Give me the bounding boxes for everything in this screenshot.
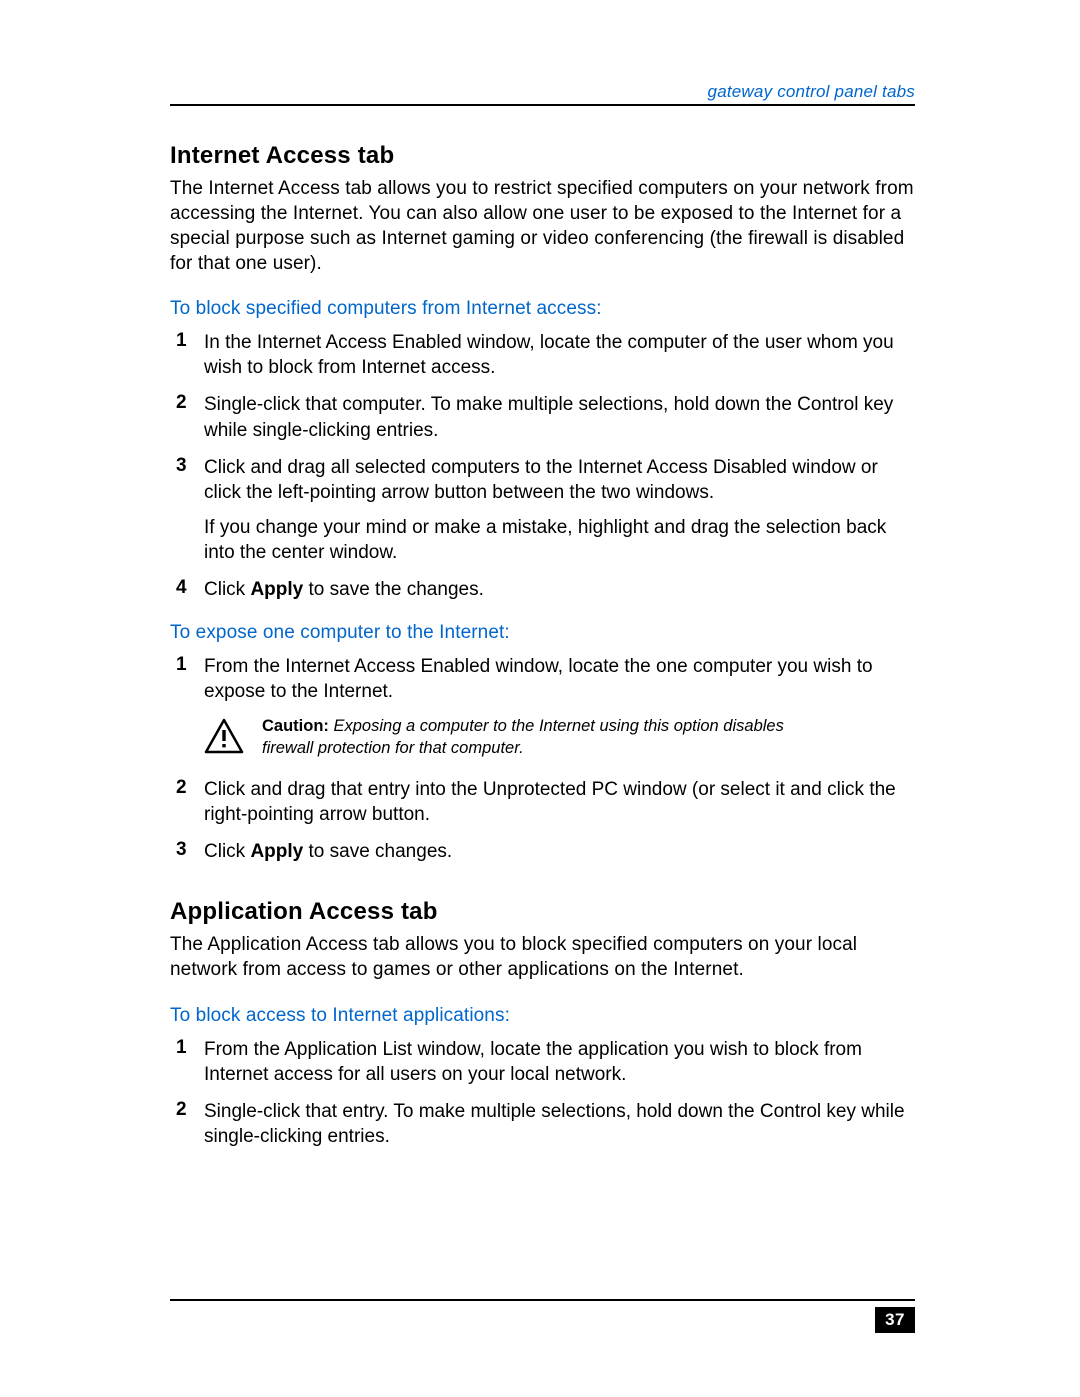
step-item: 2 Single-click that computer. To make mu… [170,392,915,442]
step-number: 1 [170,1037,204,1059]
step-list: 1 In the Internet Access Enabled window,… [170,330,915,602]
step-text: Click Apply to save the changes. [204,577,915,602]
page-number: 37 [875,1307,915,1333]
step-text-line: From the Application List window, locate… [204,1037,915,1087]
step-text: In the Internet Access Enabled window, l… [204,330,915,380]
step-text: Click Apply to save changes. [204,839,915,864]
step-number: 1 [170,330,204,352]
subheading-expose-computer: To expose one computer to the Internet: [170,622,915,644]
caution-body: Exposing a computer to the Internet usin… [262,717,784,756]
step-text-line: Click Apply to save changes. [204,839,915,864]
step-list: 1 From the Internet Access Enabled windo… [170,654,915,864]
step-text: From the Application List window, locate… [204,1037,915,1087]
step-number: 2 [170,777,204,799]
step-item: 3 Click Apply to save changes. [170,839,915,864]
intro-paragraph: The Application Access tab allows you to… [170,932,915,982]
caution-icon [204,718,248,759]
step-text-line: Click and drag all selected computers to… [204,455,915,505]
step-item: 2 Click and drag that entry into the Unp… [170,777,915,827]
step-text-line: From the Internet Access Enabled window,… [204,654,915,704]
section-heading-application-access: Application Access tab [170,898,915,926]
step-item: 1 From the Internet Access Enabled windo… [170,654,915,704]
caution-text: Caution: Exposing a computer to the Inte… [262,716,915,759]
step-item: 2 Single-click that entry. To make multi… [170,1099,915,1149]
text-fragment: Click [204,579,250,600]
step-text: Click and drag all selected computers to… [204,455,915,565]
step-text: From the Internet Access Enabled window,… [204,654,915,704]
step-text-line: If you change your mind or make a mistak… [204,515,915,565]
caution-block: Caution: Exposing a computer to the Inte… [204,716,915,759]
step-item: 3 Click and drag all selected computers … [170,455,915,565]
text-bold-apply: Apply [250,579,303,600]
step-item: 4 Click Apply to save the changes. [170,577,915,602]
step-text-line: Single-click that computer. To make mult… [204,392,915,442]
step-text-line: Single-click that entry. To make multipl… [204,1099,915,1149]
text-fragment: Click [204,841,250,862]
step-number: 4 [170,577,204,599]
step-list: 1 From the Application List window, loca… [170,1037,915,1149]
step-text: Single-click that computer. To make mult… [204,392,915,442]
caution-label: Caution: [262,717,329,735]
step-number: 1 [170,654,204,676]
subheading-block-applications: To block access to Internet applications… [170,1005,915,1027]
step-item: 1 From the Application List window, loca… [170,1037,915,1087]
top-rule [170,104,915,106]
step-text-line: In the Internet Access Enabled window, l… [204,330,915,380]
step-item: 1 In the Internet Access Enabled window,… [170,330,915,380]
step-number: 2 [170,392,204,414]
step-text-line: Click Apply to save the changes. [204,577,915,602]
text-fragment: to save changes. [303,841,452,862]
text-fragment: to save the changes. [303,579,484,600]
step-number: 3 [170,455,204,477]
step-text: Single-click that entry. To make multipl… [204,1099,915,1149]
intro-paragraph: The Internet Access tab allows you to re… [170,176,915,276]
step-text: Click and drag that entry into the Unpro… [204,777,915,827]
subheading-block-computers: To block specified computers from Intern… [170,298,915,320]
section-heading-internet-access: Internet Access tab [170,142,915,170]
step-text-line: Click and drag that entry into the Unpro… [204,777,915,827]
running-head: gateway control panel tabs [170,82,915,102]
footer: 37 [170,1293,915,1333]
text-bold-apply: Apply [250,841,303,862]
bottom-rule [170,1299,915,1301]
page: gateway control panel tabs Internet Acce… [0,0,1080,1397]
step-number: 2 [170,1099,204,1121]
step-number: 3 [170,839,204,861]
